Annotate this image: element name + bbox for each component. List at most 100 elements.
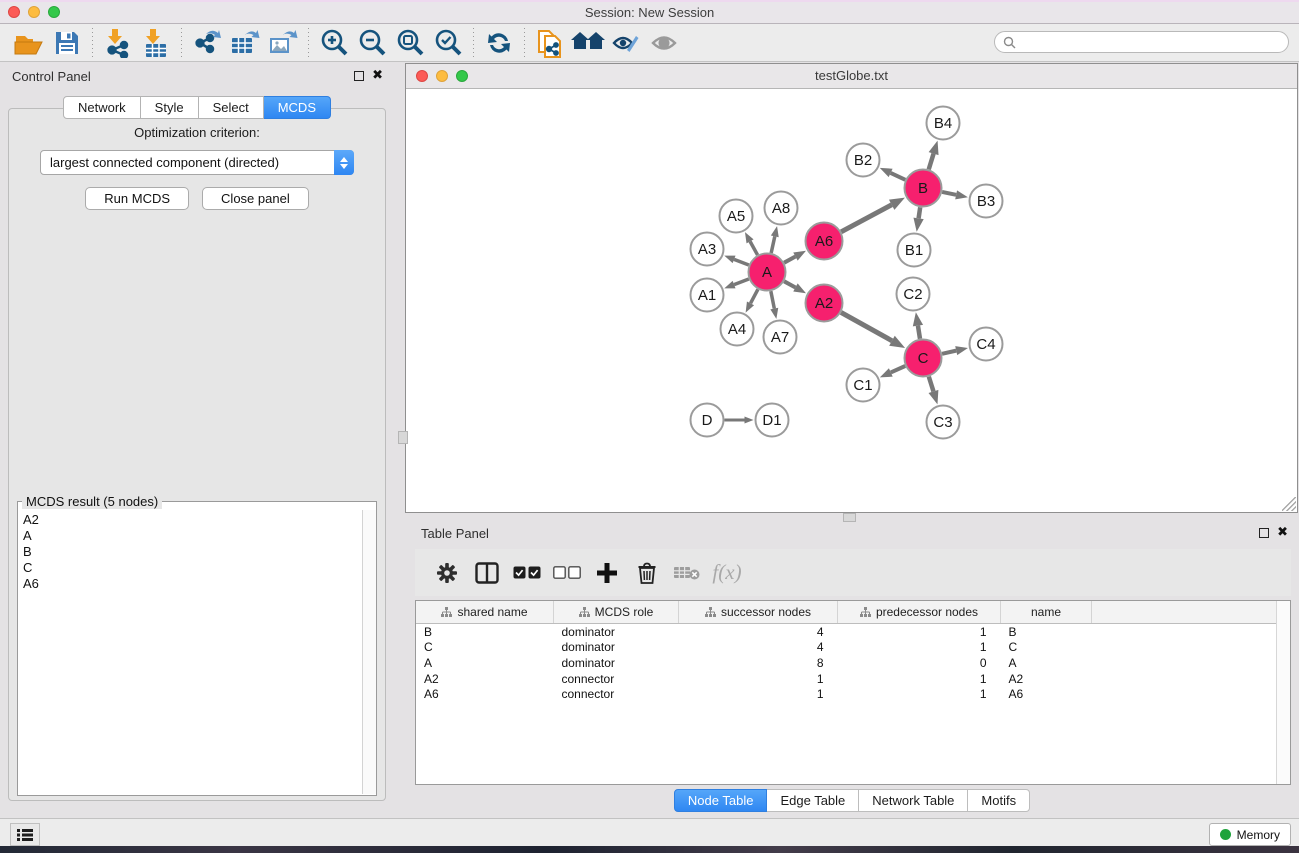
select-all-columns-icon[interactable] — [507, 555, 547, 591]
show-column-panel-icon[interactable] — [467, 555, 507, 591]
home-icon[interactable] — [569, 27, 607, 59]
save-session-icon[interactable] — [48, 27, 86, 59]
cell-shared-name[interactable]: A6 — [416, 686, 554, 702]
column-header-predecessor-nodes[interactable]: predecessor nodes — [838, 601, 1001, 624]
cell-MCDS-role[interactable]: dominator — [554, 624, 679, 640]
cell-predecessor-nodes[interactable]: 1 — [838, 671, 1001, 687]
column-header-shared-name[interactable]: shared name — [416, 601, 554, 624]
cell-shared-name[interactable]: B — [416, 624, 554, 640]
delete-column-icon[interactable] — [627, 555, 667, 591]
export-network-icon[interactable] — [188, 27, 226, 59]
memory-button[interactable]: Memory — [1209, 823, 1291, 846]
table-options-gear-icon[interactable] — [427, 555, 467, 591]
close-panel-button[interactable]: Close panel — [202, 187, 309, 210]
table-row[interactable]: Bdominator41B — [416, 624, 1283, 640]
search-input[interactable] — [1021, 34, 1275, 50]
hide-graphics-icon[interactable] — [645, 27, 683, 59]
import-table-icon[interactable] — [137, 27, 175, 59]
resize-grip-icon[interactable] — [1282, 497, 1296, 511]
table-scrollbar[interactable] — [1276, 601, 1290, 784]
network-window-titlebar[interactable]: testGlobe.txt — [406, 64, 1297, 89]
edge-A-A3[interactable] — [734, 259, 749, 265]
function-builder-icon[interactable]: f(x) — [707, 555, 747, 591]
edge-B-B4[interactable] — [929, 154, 934, 170]
column-header-successor-nodes[interactable]: successor nodes — [679, 601, 838, 624]
create-column-icon[interactable] — [587, 555, 627, 591]
show-graphics-details-icon[interactable] — [607, 27, 645, 59]
result-item[interactable]: A6 — [23, 576, 363, 592]
edge-A2-C[interactable] — [841, 312, 892, 340]
zoom-out-icon[interactable] — [353, 27, 391, 59]
show-task-history-button[interactable] — [10, 823, 40, 846]
cell-name[interactable]: A — [1001, 655, 1092, 671]
cell-shared-name[interactable]: A2 — [416, 671, 554, 687]
result-item[interactable]: A2 — [23, 512, 363, 528]
cell-successor-nodes[interactable]: 1 — [679, 671, 838, 687]
edge-A-A4[interactable] — [751, 289, 758, 303]
result-list-scrollbar[interactable] — [362, 510, 376, 794]
result-item[interactable]: A — [23, 528, 363, 544]
zoom-selected-icon[interactable] — [429, 27, 467, 59]
delete-table-icon[interactable] — [667, 555, 707, 591]
criterion-dropdown[interactable]: largest connected component (directed) — [40, 150, 354, 175]
cell-successor-nodes[interactable]: 4 — [679, 640, 838, 656]
cell-predecessor-nodes[interactable]: 0 — [838, 655, 1001, 671]
edge-A-A2[interactable] — [784, 281, 795, 287]
edge-B-B3[interactable] — [942, 192, 956, 195]
edge-B-B2[interactable] — [891, 173, 906, 180]
edge-C-C3[interactable] — [929, 377, 934, 392]
cell-shared-name[interactable]: A — [416, 655, 554, 671]
cell-successor-nodes[interactable]: 4 — [679, 624, 838, 640]
export-image-icon[interactable] — [264, 27, 302, 59]
edge-B-B1[interactable] — [919, 207, 921, 218]
tab-node-table[interactable]: Node Table — [674, 789, 768, 812]
run-mcds-button[interactable]: Run MCDS — [85, 187, 189, 210]
zoom-in-icon[interactable] — [315, 27, 353, 59]
table-close-icon[interactable]: ✖ — [1277, 524, 1288, 540]
cell-predecessor-nodes[interactable]: 1 — [838, 686, 1001, 702]
tab-network[interactable]: Network — [63, 96, 141, 119]
cell-MCDS-role[interactable]: connector — [554, 671, 679, 687]
cell-name[interactable]: A6 — [1001, 686, 1092, 702]
tab-network-table[interactable]: Network Table — [859, 789, 968, 812]
tab-motifs[interactable]: Motifs — [968, 789, 1030, 812]
edge-A-A6[interactable] — [784, 257, 795, 263]
edge-A-A8[interactable] — [771, 236, 775, 253]
result-item[interactable]: B — [23, 544, 363, 560]
cell-MCDS-role[interactable]: connector — [554, 686, 679, 702]
vertical-split-handle[interactable] — [398, 431, 408, 444]
edge-A6-B[interactable] — [841, 205, 892, 232]
column-header-MCDS-role[interactable]: MCDS role — [554, 601, 679, 624]
table-row[interactable]: A6connector11A6 — [416, 686, 1283, 702]
cell-MCDS-role[interactable]: dominator — [554, 655, 679, 671]
node-table[interactable]: shared nameMCDS rolesuccessor nodesprede… — [415, 600, 1291, 785]
edge-C-C4[interactable] — [942, 351, 956, 354]
cell-name[interactable]: C — [1001, 640, 1092, 656]
cell-name[interactable]: B — [1001, 624, 1092, 640]
edge-A-A1[interactable] — [734, 279, 749, 285]
import-network-icon[interactable] — [99, 27, 137, 59]
tab-mcds[interactable]: MCDS — [264, 96, 331, 119]
table-row[interactable]: Adominator80A — [416, 655, 1283, 671]
float-panel-icon[interactable] — [354, 71, 364, 81]
cell-successor-nodes[interactable]: 1 — [679, 686, 838, 702]
export-table-icon[interactable] — [226, 27, 264, 59]
edge-C-C2[interactable] — [918, 326, 920, 339]
table-row[interactable]: Cdominator41C — [416, 640, 1283, 656]
open-file-icon[interactable] — [10, 27, 48, 59]
search-field[interactable] — [994, 31, 1289, 53]
cell-shared-name[interactable]: C — [416, 640, 554, 656]
edge-A-A7[interactable] — [771, 291, 774, 308]
cell-name[interactable]: A2 — [1001, 671, 1092, 687]
refresh-icon[interactable] — [480, 27, 518, 59]
close-panel-icon[interactable]: ✖ — [372, 67, 383, 83]
edge-A-A5[interactable] — [750, 241, 758, 255]
column-header-name[interactable]: name — [1001, 601, 1092, 624]
mcds-result-list[interactable]: A2ABCA6 — [19, 510, 363, 794]
cell-predecessor-nodes[interactable]: 1 — [838, 640, 1001, 656]
result-item[interactable]: C — [23, 560, 363, 576]
tab-edge-table[interactable]: Edge Table — [767, 789, 859, 812]
tab-style[interactable]: Style — [141, 96, 199, 119]
unselect-all-columns-icon[interactable] — [547, 555, 587, 591]
table-row[interactable]: A2connector11A2 — [416, 671, 1283, 687]
